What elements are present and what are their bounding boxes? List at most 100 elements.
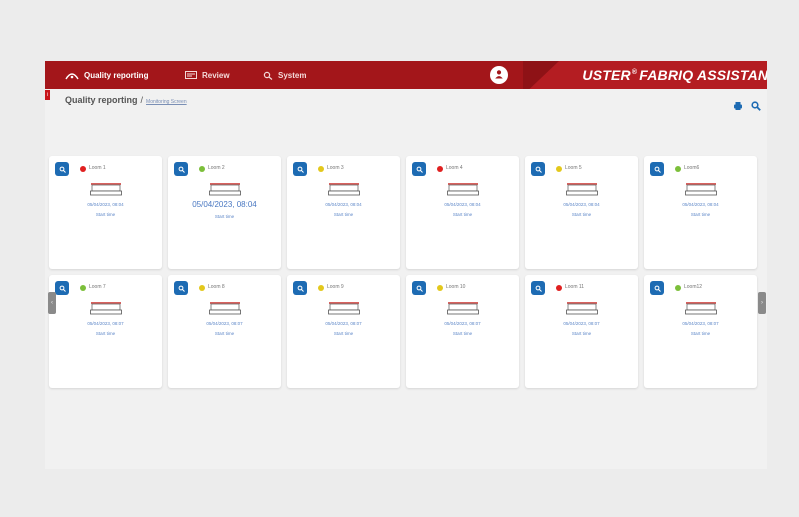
status-indicator xyxy=(556,166,562,172)
loom-icon xyxy=(209,183,241,196)
loom-card[interactable]: Loom 2 05/04/2023, 08:04 Start time xyxy=(168,156,281,269)
start-time-label: Start time xyxy=(333,212,354,217)
scroll-left-button[interactable]: ‹ xyxy=(48,292,56,314)
zoom-icon xyxy=(297,166,304,173)
loom-name: Loom 7 xyxy=(89,284,106,290)
loom-icon xyxy=(90,302,122,315)
loom-card[interactable]: Loom 3 05/04/2023, 08:04 Start time xyxy=(287,156,400,269)
start-date: 05/04/2023, 08:07 xyxy=(87,321,124,326)
zoom-button[interactable] xyxy=(293,162,307,176)
start-time-label: Start time xyxy=(95,212,116,217)
zoom-icon xyxy=(59,166,66,173)
loom-icon xyxy=(328,302,360,315)
loom-card[interactable]: Loom 7 05/04/2023, 08:07 Start time xyxy=(49,275,162,388)
loom-card[interactable]: Loom 5 05/04/2023, 08:04 Start time xyxy=(525,156,638,269)
start-date: 05/04/2023, 08:07 xyxy=(682,321,719,326)
start-time-label: Start time xyxy=(95,331,116,336)
zoom-button[interactable] xyxy=(412,162,426,176)
status-indicator xyxy=(675,166,681,172)
zoom-button[interactable] xyxy=(531,162,545,176)
breadcrumb-separator: / xyxy=(140,95,144,105)
breadcrumb: Quality reporting / Monitoring Screen xyxy=(65,95,187,105)
zoom-icon xyxy=(178,166,185,173)
zoom-button[interactable] xyxy=(650,281,664,295)
start-date: 05/04/2023, 08:07 xyxy=(444,321,481,326)
loom-name: Loom12 xyxy=(684,284,703,290)
loom-icon xyxy=(447,302,479,315)
zoom-button[interactable] xyxy=(174,162,188,176)
loom-name: Loom 2 xyxy=(208,165,225,171)
breadcrumb-link[interactable]: Monitoring Screen xyxy=(146,99,187,105)
chevron-right-icon: › xyxy=(761,300,763,306)
status-indicator xyxy=(80,285,86,291)
loom-card[interactable]: Loom 10 05/04/2023, 08:07 Start time xyxy=(406,275,519,388)
zoom-icon xyxy=(654,285,661,292)
start-time-label: Start time xyxy=(690,331,711,336)
zoom-button[interactable] xyxy=(174,281,188,295)
loom-name: Loom 4 xyxy=(446,165,463,171)
start-date: 05/04/2023, 08:07 xyxy=(563,321,600,326)
loom-card[interactable]: Loom 1 05/04/2023, 08:04 Start time xyxy=(49,156,162,269)
status-indicator xyxy=(437,285,443,291)
chevron-left-icon: ‹ xyxy=(51,300,53,306)
start-date: 05/04/2023, 08:07 xyxy=(206,321,243,326)
zoom-icon xyxy=(178,285,185,292)
loom-card[interactable]: Loom 4 05/04/2023, 08:04 Start time xyxy=(406,156,519,269)
status-indicator xyxy=(675,285,681,291)
loom-card[interactable]: Loom6 05/04/2023, 08:04 Start time xyxy=(644,156,757,269)
zoom-icon xyxy=(654,166,661,173)
loom-name: Loom 1 xyxy=(89,165,106,171)
nav-item-label: System xyxy=(278,70,307,80)
status-indicator xyxy=(318,166,324,172)
system-icon xyxy=(263,71,273,80)
loom-card[interactable]: Loom12 05/04/2023, 08:07 Start time xyxy=(644,275,757,388)
loom-card[interactable]: Loom 8 05/04/2023, 08:07 Start time xyxy=(168,275,281,388)
loom-name: Loom6 xyxy=(684,165,700,171)
start-time-label: Start time xyxy=(571,331,592,336)
start-date: 05/04/2023, 08:07 xyxy=(325,321,362,326)
loom-name: Loom 5 xyxy=(565,165,582,171)
zoom-button[interactable] xyxy=(531,281,545,295)
status-indicator xyxy=(199,166,205,172)
start-date: 05/04/2023, 08:04 xyxy=(444,202,481,207)
loom-icon xyxy=(685,183,717,196)
user-avatar[interactable] xyxy=(490,66,508,84)
zoom-button[interactable] xyxy=(293,281,307,295)
zoom-button[interactable] xyxy=(650,162,664,176)
loom-icon xyxy=(447,183,479,196)
loom-icon xyxy=(566,302,598,315)
loom-name: Loom 11 xyxy=(565,284,585,290)
loom-name: Loom 3 xyxy=(327,165,344,171)
brand-panel: USTER® FABRIQ ASSISTANT xyxy=(523,61,767,89)
nav-item-label: Quality reporting xyxy=(84,70,149,80)
nav-item-quality-reporting[interactable]: Quality reporting xyxy=(65,61,148,89)
loom-card[interactable]: Loom 9 05/04/2023, 08:07 Start time xyxy=(287,275,400,388)
app-window: Quality reporting Review System USTER® FA… xyxy=(45,61,767,469)
zoom-icon xyxy=(416,285,423,292)
zoom-button[interactable] xyxy=(412,281,426,295)
start-time-label: Start time xyxy=(452,331,473,336)
zoom-icon xyxy=(535,166,542,173)
loom-card[interactable]: Loom 11 05/04/2023, 08:07 Start time xyxy=(525,275,638,388)
status-indicator xyxy=(318,285,324,291)
loom-name: Loom 8 xyxy=(208,284,225,290)
print-icon[interactable] xyxy=(733,98,743,110)
search-icon[interactable] xyxy=(751,98,761,111)
status-indicator xyxy=(199,285,205,291)
loom-icon xyxy=(328,183,360,196)
zoom-button[interactable] xyxy=(55,162,69,176)
nav-item-review[interactable]: Review xyxy=(185,61,230,89)
status-indicator xyxy=(437,166,443,172)
scroll-right-button[interactable]: › xyxy=(758,292,766,314)
zoom-icon xyxy=(59,285,66,292)
nav-item-system[interactable]: System xyxy=(263,61,306,89)
start-time-label: Start time xyxy=(214,331,235,336)
start-date: 05/04/2023, 08:04 xyxy=(682,202,719,207)
side-indicator[interactable]: i xyxy=(45,90,50,100)
start-time-label: Start time xyxy=(214,214,235,219)
zoom-icon xyxy=(297,285,304,292)
start-date: 05/04/2023, 08:04 xyxy=(192,200,257,209)
start-time-label: Start time xyxy=(571,212,592,217)
loom-name: Loom 10 xyxy=(446,284,466,290)
zoom-button[interactable] xyxy=(55,281,69,295)
